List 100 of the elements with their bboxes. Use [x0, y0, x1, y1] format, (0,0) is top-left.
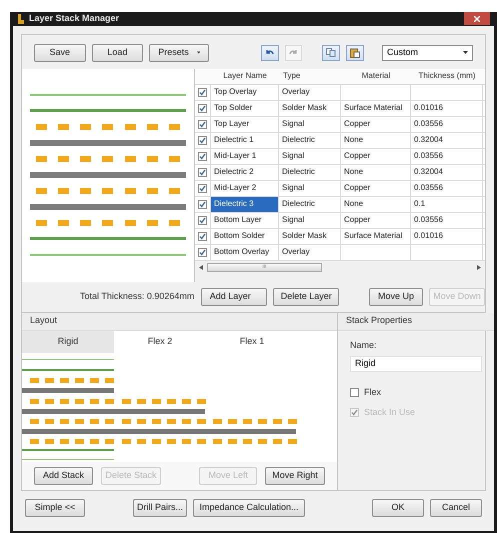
- table-cell: 0.03556: [411, 180, 483, 196]
- stack-tab[interactable]: Rigid: [22, 330, 114, 352]
- copper-pad: [168, 188, 180, 194]
- checkbox[interactable]: [198, 136, 207, 144]
- table-cell: Signal: [279, 180, 341, 196]
- copper-pad: [168, 156, 180, 162]
- redo-icon: [289, 48, 298, 56]
- copper-pad: [168, 220, 180, 226]
- button[interactable]: Save: [34, 44, 86, 62]
- checkbox-label: Stack In Use: [364, 406, 416, 418]
- table-cell: None: [341, 164, 411, 180]
- checkbox-label: Flex: [364, 386, 382, 399]
- copper-pad: [36, 124, 47, 130]
- name-label: Name:: [350, 338, 378, 352]
- copper-pad: [58, 156, 70, 162]
- table-cell[interactable]: Bottom Layer: [211, 212, 279, 228]
- table-cell: Overlay: [279, 84, 341, 100]
- button[interactable]: Drill Pairs...: [133, 498, 187, 516]
- table-cell: 0.03556: [411, 212, 483, 228]
- checkbox[interactable]: [198, 232, 207, 240]
- table-cell: 0.03556: [411, 116, 483, 132]
- button[interactable]: Add Stack: [34, 466, 94, 484]
- button[interactable]: Load: [92, 44, 144, 62]
- app-icon: [17, 14, 25, 24]
- table-cell: Solder Mask: [279, 228, 341, 244]
- copper-pad: [80, 220, 92, 226]
- table-cell: Signal: [279, 116, 341, 132]
- column-header[interactable]: Thickness (mm): [411, 68, 483, 84]
- checkbox[interactable]: [198, 88, 207, 96]
- table-cell[interactable]: Dielectric 1: [211, 132, 279, 148]
- copper-pad: [124, 220, 136, 226]
- button[interactable]: Move Right: [265, 466, 325, 484]
- checkbox[interactable]: [198, 200, 207, 208]
- button[interactable]: Simple <<: [25, 498, 85, 516]
- table-cell[interactable]: Dielectric 3: [211, 196, 279, 212]
- checkbox[interactable]: [198, 184, 207, 192]
- table-cell[interactable]: Bottom Overlay: [211, 244, 279, 260]
- checkbox[interactable]: [198, 216, 207, 224]
- copper-pad: [168, 124, 180, 130]
- table-cell[interactable]: Bottom Solder: [211, 228, 279, 244]
- table-cell: Surface Material: [341, 228, 411, 244]
- column-header[interactable]: Type: [279, 68, 341, 84]
- scroll-right-icon[interactable]: [477, 265, 481, 270]
- button[interactable]: Delete Layer: [273, 288, 340, 306]
- table-cell: 0.32004: [411, 164, 483, 180]
- window-title: Layer Stack Manager: [29, 12, 120, 25]
- table-cell: 0.03556: [411, 148, 483, 164]
- copper-pad: [124, 156, 136, 162]
- table-cell[interactable]: Dielectric 2: [211, 164, 279, 180]
- copper-pad: [146, 156, 158, 162]
- button[interactable]: Impedance Calculation...: [193, 498, 305, 516]
- table-cell: 0.1: [411, 196, 483, 212]
- copper-pad: [146, 220, 158, 226]
- checkbox[interactable]: [198, 104, 207, 112]
- table-cell[interactable]: Top Layer: [211, 116, 279, 132]
- table-cell[interactable]: Top Overlay: [211, 84, 279, 100]
- checkbox[interactable]: [198, 248, 207, 256]
- copy-button[interactable]: [322, 44, 340, 60]
- table-cell[interactable]: Mid-Layer 1: [211, 148, 279, 164]
- close-icon: [474, 16, 480, 22]
- table-cell: Copper: [341, 212, 411, 228]
- copy-icon: [326, 48, 336, 57]
- stack-properties-header: Stack Properties: [338, 312, 494, 330]
- table-cell: 0.01016: [411, 100, 483, 116]
- button[interactable]: OK: [372, 498, 424, 516]
- dropdown-button[interactable]: Add Layer: [201, 288, 268, 306]
- dropdown-button[interactable]: Presets: [149, 44, 210, 62]
- checkbox[interactable]: [350, 388, 359, 398]
- copper-pad: [102, 188, 114, 194]
- paste-button[interactable]: [346, 44, 364, 60]
- column-header[interactable]: Material: [341, 68, 411, 84]
- table-cell: Dielectric: [279, 196, 341, 212]
- table-cell: Copper: [341, 148, 411, 164]
- close-button[interactable]: [464, 12, 490, 26]
- undo-icon: [265, 48, 274, 56]
- table-cell[interactable]: Mid-Layer 2: [211, 180, 279, 196]
- table-cell: 0.01016: [411, 228, 483, 244]
- table-cell: None: [341, 132, 411, 148]
- name-field[interactable]: Rigid: [350, 356, 482, 372]
- column-header[interactable]: Layer Name: [211, 68, 279, 84]
- checkbox[interactable]: [198, 152, 207, 160]
- scroll-left-icon[interactable]: [199, 265, 203, 270]
- checkbox[interactable]: [198, 168, 207, 176]
- copper-pad: [102, 220, 114, 226]
- table-cell: Copper: [341, 116, 411, 132]
- button[interactable]: Move Up: [368, 288, 423, 306]
- copper-pad: [80, 156, 92, 162]
- layout-header: Layout: [22, 312, 337, 330]
- button[interactable]: Cancel: [430, 498, 482, 516]
- preset-dropdown[interactable]: Custom: [382, 44, 474, 60]
- copper-pad: [36, 188, 47, 194]
- copper-pad: [124, 124, 136, 130]
- table-cell: Solder Mask: [279, 100, 341, 116]
- table-cell: Copper: [341, 180, 411, 196]
- copper-pad: [146, 124, 158, 130]
- undo-button[interactable]: [260, 44, 279, 60]
- checkbox[interactable]: [198, 120, 207, 128]
- table-cell[interactable]: Top Solder: [211, 100, 279, 116]
- table-cell: Overlay: [279, 244, 341, 260]
- copper-pad: [80, 124, 92, 130]
